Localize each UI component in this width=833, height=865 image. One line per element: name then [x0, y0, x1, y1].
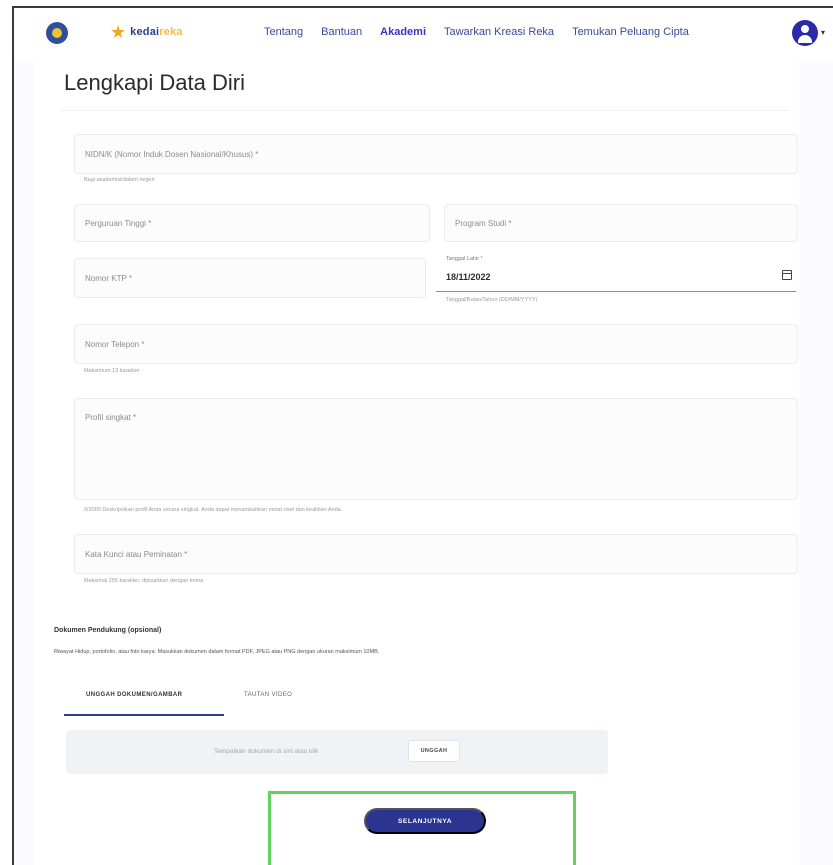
tab-video-link[interactable]: TAUTAN VIDEO [244, 692, 292, 698]
nav-link-bantuan[interactable]: Bantuan [321, 26, 362, 38]
birthdate-input[interactable]: Tanggal Lahir * 18/11/2022 [436, 252, 796, 292]
profile-textarea[interactable]: Profil singkat * [74, 398, 798, 500]
user-avatar-icon[interactable] [792, 20, 818, 46]
title-divider [60, 110, 790, 111]
keywords-helper: Maksimal 255 karakter, dipisahkan dengan… [84, 578, 204, 584]
phone-helper: Maksimum 13 karakter [84, 368, 140, 374]
study-program-placeholder: Program Studi * [455, 219, 512, 228]
page-title: Lengkapi Data Diri [64, 70, 245, 95]
keywords-placeholder: Kata Kunci atau Peminatan * [85, 550, 188, 559]
nav-link-temukan-peluang-cipta[interactable]: Temukan Peluang Cipta [572, 26, 689, 38]
nav-link-tawarkan-kreasi-reka[interactable]: Tawarkan Kreasi Reka [444, 26, 554, 38]
phone-input[interactable]: Nomor Telepon * [74, 324, 798, 364]
keywords-input[interactable]: Kata Kunci atau Peminatan * [74, 534, 798, 574]
tab-upload-document[interactable]: UNGGAH DOKUMEN/GAMBAR [86, 692, 182, 698]
upload-button[interactable]: UNGGAH [408, 740, 460, 762]
phone-placeholder: Nomor Telepon * [85, 340, 145, 349]
university-input[interactable]: Perguruan Tinggi * [74, 204, 430, 242]
profile-helper: 0/2000 Deskripsikan profil Anda secara s… [84, 507, 343, 513]
dropzone-hint: Tempatkan dokumen di sini atau klik [214, 748, 319, 755]
active-tab-indicator [64, 714, 224, 716]
nav-link-tentang[interactable]: Tentang [264, 26, 303, 38]
birthdate-label: Tanggal Lahir * [446, 256, 483, 262]
brand-logo[interactable]: ★ kedaireka [110, 22, 183, 42]
birthdate-value: 18/11/2022 [446, 272, 491, 282]
nidn-placeholder: NIDN/K (Nomor Induk Dosen Nasional/Khusu… [85, 150, 259, 159]
documents-section-description: Riwayat Hidup, portofolio, atau foto kar… [54, 649, 380, 655]
brand-star-icon: ★ [110, 22, 127, 42]
ktp-input[interactable]: Nomor KTP * [74, 258, 426, 298]
nidn-helper: Bagi akademisi/dalam negeri [84, 177, 155, 183]
next-button[interactable]: SELANJUTNYA [364, 808, 486, 834]
institution-logo-icon[interactable] [46, 22, 68, 44]
nav-links: Tentang Bantuan Akademi Tawarkan Kreasi … [264, 26, 707, 38]
birthdate-helper: Tanggal/Bulan/Tahun (DD/MM/YYYY) [446, 297, 538, 303]
university-placeholder: Perguruan Tinggi * [85, 219, 152, 228]
file-dropzone[interactable]: Tempatkan dokumen di sini atau klik UNGG… [66, 730, 608, 774]
brand-name: kedaireka [130, 26, 183, 38]
documents-section-title: Dokumen Pendukung (opsional) [54, 627, 162, 634]
calendar-icon[interactable] [782, 270, 792, 280]
profile-placeholder: Profil singkat * [85, 413, 137, 422]
chevron-down-icon[interactable]: ▾ [821, 28, 825, 37]
ktp-placeholder: Nomor KTP * [85, 274, 132, 283]
nidn-input[interactable]: NIDN/K (Nomor Induk Dosen Nasional/Khusu… [74, 134, 798, 174]
study-program-input[interactable]: Program Studi * [444, 204, 798, 242]
nav-link-akademi[interactable]: Akademi [380, 26, 426, 38]
